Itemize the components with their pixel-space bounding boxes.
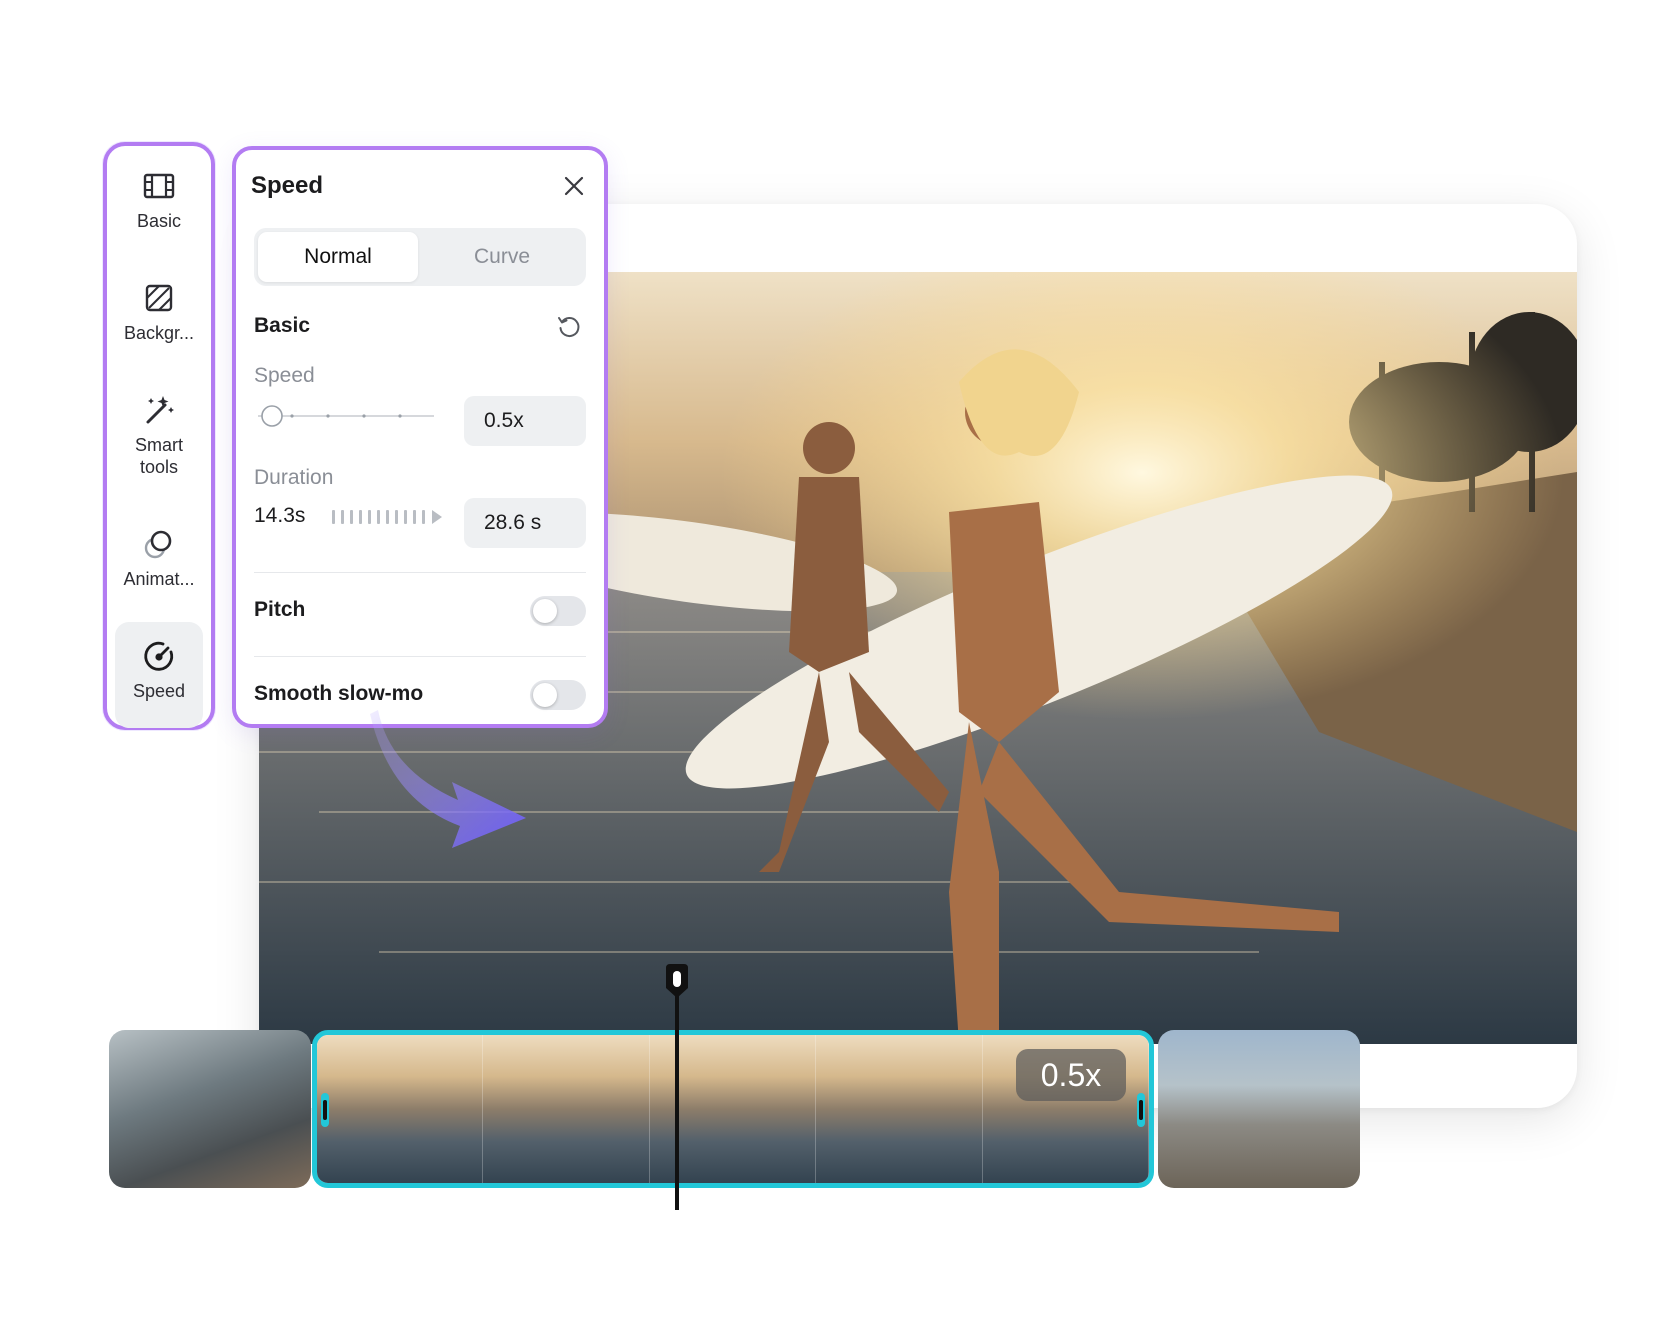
reset-icon[interactable] [556,314,582,340]
tab-curve[interactable]: Curve [422,232,582,282]
tool-animation-label: Animat... [123,569,195,589]
clip-frame [483,1035,650,1183]
clip-frame [816,1035,983,1183]
duration-label: Duration [254,466,334,489]
timeline-clip[interactable] [109,1030,311,1188]
close-icon[interactable] [560,172,588,200]
timeline-clip[interactable] [1158,1030,1360,1188]
tool-background[interactable]: Backgr... [115,280,203,344]
clip-speed-badge: 0.5x [1016,1049,1126,1101]
tool-animation[interactable]: Animat... [115,526,203,590]
pitch-label: Pitch [254,598,306,621]
speed-mode-tabs: Normal Curve [254,228,586,286]
tool-speed[interactable]: Speed [115,622,203,728]
original-duration: 14.3s [254,504,306,527]
clip-frame [317,1035,484,1183]
background-icon [145,284,173,312]
tool-speed-label: Speed [132,681,186,701]
tool-smart-tools[interactable]: Smart tools [115,392,203,478]
animation-icon [144,530,172,559]
film-icon [143,173,175,199]
playhead[interactable] [660,962,694,1210]
toggle-knob [533,599,557,623]
clip-trim-handle-left[interactable] [321,1093,329,1127]
tool-basic-label: Basic [136,211,181,231]
tool-rail: Basic Backgr... Smart tools Animat... Sp… [103,142,215,730]
pointer-arrow-icon [370,710,526,848]
duration-stretch-indicator [332,510,442,524]
duration-value-field[interactable]: 28.6 s [464,498,586,548]
tool-background-label: Backgr... [123,323,195,343]
divider [254,656,586,657]
divider [254,572,586,573]
speedometer-icon [144,641,174,671]
section-basic-title: Basic [254,314,311,337]
tool-basic[interactable]: Basic [115,168,203,232]
speed-slider[interactable] [256,404,436,428]
magic-wand-icon [146,396,174,424]
tool-smart-tools-label: Smart tools [134,435,183,477]
speed-panel: Speed Normal Curve Basic Speed 0.5x Dura… [232,146,608,728]
speed-value-field[interactable]: 0.5x [464,396,586,446]
pitch-toggle[interactable] [530,596,586,626]
speed-label: Speed [254,364,315,387]
clip-trim-handle-right[interactable] [1137,1093,1145,1127]
tab-normal[interactable]: Normal [258,232,418,282]
panel-title: Speed [251,172,324,199]
